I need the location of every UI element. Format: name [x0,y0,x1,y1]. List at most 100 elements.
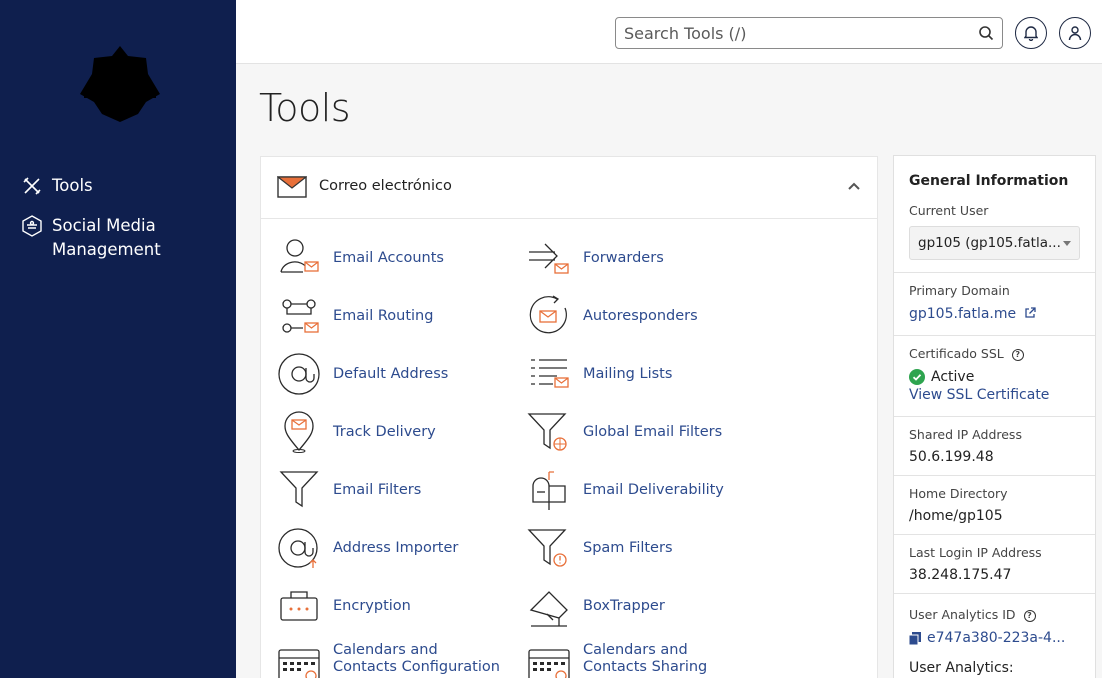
sidebar-item-tools[interactable]: Tools [20,174,93,198]
calendar-config-icon [278,649,320,678]
tool-label: Email Accounts [333,249,444,266]
forwarders-icon [529,243,569,274]
spam-filter-icon [527,529,567,567]
ssl-status: Active [931,369,975,385]
chevron-up-icon[interactable] [847,181,861,191]
analytics-id-value[interactable]: e747a380-223a-4... [927,630,1065,646]
tool-label: BoxTrapper [583,597,665,614]
tool-mailing-lists[interactable]: Mailing Lists [527,352,672,396]
search-icon[interactable] [978,25,994,41]
tool-email-accounts[interactable]: Email Accounts [277,236,444,280]
current-user-section: General Information Current User gp105 (… [894,156,1095,273]
filter-icon [279,471,319,508]
mailbox-icon [532,471,566,510]
primary-domain-label: Primary Domain [909,283,1010,298]
analytics-section: User Analytics ID ? e747a380-223a-4... U… [894,594,1095,676]
sidebar-item-label: Tools [52,176,93,195]
info-heading: General Information [909,173,1069,189]
tool-calendars-and-contacts-sharing[interactable]: Calendars and Contacts Sharing [527,642,753,678]
help-icon[interactable]: ? [1011,348,1024,361]
help-icon[interactable]: ? [1023,609,1036,622]
social-media-icon [20,214,44,238]
shared-ip-value: 50.6.199.48 [909,449,994,465]
tool-label: Mailing Lists [583,365,673,382]
external-link-icon[interactable] [1024,307,1036,319]
home-dir-label: Home Directory [909,486,1008,501]
tool-label: Spam Filters [583,539,673,556]
panel-header[interactable]: Correo electrónico [261,157,877,219]
tool-autoresponders[interactable]: Autoresponders [527,294,698,338]
last-login-label: Last Login IP Address [909,545,1042,560]
track-delivery-icon [284,411,314,453]
ssl-section: Certificado SSL ? Active View SSL Certif… [894,336,1095,417]
tool-label: Autoresponders [583,307,698,324]
caret-down-icon [1063,241,1071,246]
tool-encryption[interactable]: Encryption [277,584,411,628]
logo-icon[interactable] [76,44,164,126]
mailing-lists-icon [531,359,569,388]
tool-label: Default Address [333,365,449,382]
user-menu-button[interactable] [1059,17,1091,49]
top-bar [236,0,1102,64]
analytics-id-label: User Analytics ID [909,607,1016,622]
tool-label: Address Importer [333,539,459,556]
tool-boxtrapper[interactable]: BoxTrapper [527,584,665,628]
last-login-value: 38.248.175.47 [909,567,1012,583]
current-user-label: Current User [909,203,989,218]
autoresponders-icon [529,295,567,334]
tool-label: Email Deliverability [583,481,724,498]
tool-label: Calendars and Contacts Sharing [583,642,708,675]
tool-label: Track Delivery [333,423,436,440]
ssl-label: Certificado SSL [909,346,1004,361]
tools-icon [20,174,44,198]
tool-email-routing[interactable]: Email Routing [277,294,433,338]
tool-label: Encryption [333,597,411,614]
tool-spam-filters[interactable]: Spam Filters [527,526,673,570]
email-routing-icon [282,299,319,333]
boxtrapper-icon [529,591,568,627]
encryption-icon [280,591,318,621]
tool-forwarders[interactable]: Forwarders [527,236,664,280]
search-box [615,17,1003,49]
tool-email-filters[interactable]: Email Filters [277,468,421,512]
current-user-value: gp105 (gp105.fatla... [918,235,1061,251]
sidebar-item-label: Social Media Management [52,216,161,259]
tool-label: Global Email Filters [583,423,723,440]
copy-icon[interactable] [909,631,921,645]
tool-global-email-filters[interactable]: Global Email Filters [527,410,722,454]
sidebar: Tools Social Media Management [0,0,236,678]
calendar-sharing-icon [528,649,570,678]
user-icon [1068,26,1082,41]
analytics-label: User Analytics: [909,660,1014,676]
home-dir-value: /home/gp105 [909,508,1003,524]
current-user-select[interactable]: gp105 (gp105.fatla... [909,226,1080,260]
tool-label: Forwarders [583,249,664,266]
at-sign-icon [278,353,320,395]
home-dir-section: Home Directory /home/gp105 [894,476,1095,535]
bell-icon [1024,26,1038,41]
panel-title: Correo electrónico [319,178,452,194]
tool-track-delivery[interactable]: Track Delivery [277,410,436,454]
check-circle-icon [909,369,925,385]
primary-domain-section: Primary Domain gp105.fatla.me [894,273,1095,336]
address-importer-icon [278,528,318,568]
tool-calendars-and-contacts-configuration[interactable]: Calendars and Contacts Configuration [277,642,503,678]
tool-address-importer[interactable]: Address Importer [277,526,458,570]
notifications-button[interactable] [1015,17,1047,49]
page-title: Tools [259,86,351,130]
search-input[interactable] [616,18,1002,48]
email-accounts-icon [280,239,319,273]
shared-ip-label: Shared IP Address [909,427,1022,442]
view-ssl-link[interactable]: View SSL Certificate [909,387,1080,403]
tool-label: Calendars and Contacts Configuration [333,642,500,675]
primary-domain-link[interactable]: gp105.fatla.me [909,306,1016,322]
tool-email-deliverability[interactable]: Email Deliverability [527,468,724,512]
shared-ip-section: Shared IP Address 50.6.199.48 [894,417,1095,476]
global-filter-icon [527,413,567,451]
last-login-section: Last Login IP Address 38.248.175.47 [894,535,1095,594]
envelope-icon [277,176,307,198]
tool-default-address[interactable]: Default Address [277,352,448,396]
tool-label: Email Filters [333,481,422,498]
general-info-panel: General Information Current User gp105 (… [893,155,1096,678]
sidebar-item-social-media[interactable]: Social Media Management [20,214,161,262]
